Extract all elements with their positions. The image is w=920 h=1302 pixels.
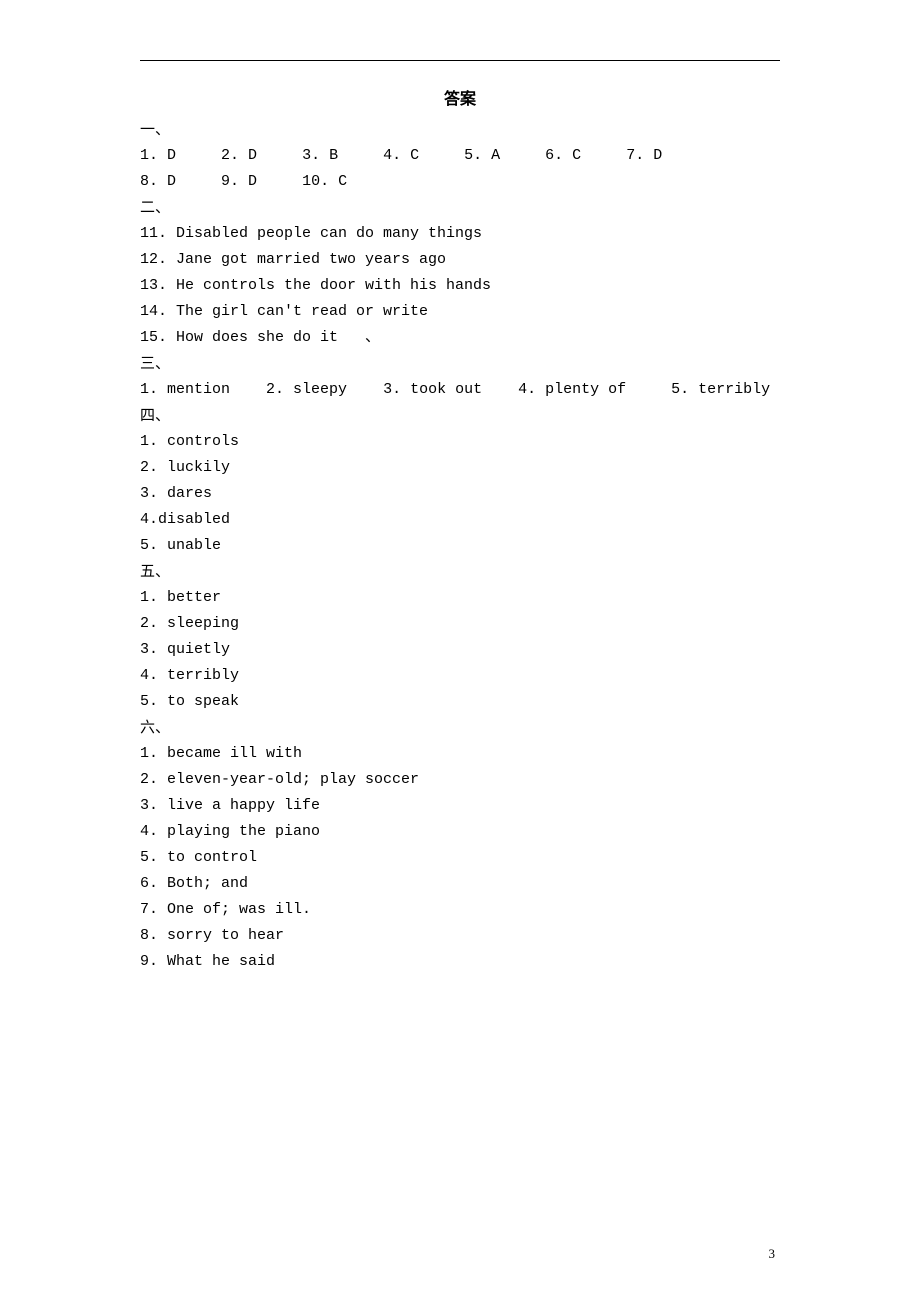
s3-3: 3. took out — [383, 381, 482, 398]
section-6-item-2: 2. eleven-year-old; play soccer — [140, 767, 780, 793]
section-2-item-1: 11. Disabled people can do many things — [140, 221, 780, 247]
section-5-item-4: 4. terribly — [140, 663, 780, 689]
q4: 4. C — [383, 147, 419, 164]
section-4-item-3: 3. dares — [140, 481, 780, 507]
section-6-item-3: 3. live a happy life — [140, 793, 780, 819]
section-6-item-1: 1. became ill with — [140, 741, 780, 767]
top-rule — [140, 60, 780, 61]
page-number: 3 — [769, 1246, 776, 1262]
section-4-item-4: 4.disabled — [140, 507, 780, 533]
section-4-item-2: 2. luckily — [140, 455, 780, 481]
s3-2: 2. sleepy — [266, 381, 347, 398]
section-5-item-1: 1. better — [140, 585, 780, 611]
section-6-item-6: 6. Both; and — [140, 871, 780, 897]
section-6-item-5: 5. to control — [140, 845, 780, 871]
section-5-item-5: 5. to speak — [140, 689, 780, 715]
section-3-row: 1. mention 2. sleepy 3. took out 4. plen… — [140, 377, 780, 403]
section-2-item-2: 12. Jane got married two years ago — [140, 247, 780, 273]
q9: 9. D — [221, 173, 257, 190]
section-5-item-3: 3. quietly — [140, 637, 780, 663]
section-6-item-4: 4. playing the piano — [140, 819, 780, 845]
page-title: 答案 — [140, 85, 780, 109]
q7: 7. D — [626, 147, 662, 164]
section-4-item-5: 5. unable — [140, 533, 780, 559]
section-6-item-9: 9. What he said — [140, 949, 780, 975]
section-1-row-2: 8. D 9. D 10. C — [140, 169, 780, 195]
page: 答案 一、 1. D 2. D 3. B 4. C 5. A 6. C 7. D… — [0, 0, 920, 1302]
s3-5: 5. terribly — [671, 381, 770, 398]
q8: 8. D — [140, 173, 176, 190]
q5: 5. A — [464, 147, 500, 164]
section-2-item-5: 15. How does she do it 、 — [140, 325, 780, 351]
q3: 3. B — [302, 147, 338, 164]
s3-1: 1. mention — [140, 381, 230, 398]
q2: 2. D — [221, 147, 257, 164]
section-3-head: 三、 — [140, 351, 780, 377]
section-4-item-1: 1. controls — [140, 429, 780, 455]
section-6-item-7: 7. One of; was ill. — [140, 897, 780, 923]
section-4-head: 四、 — [140, 403, 780, 429]
section-2-item-3: 13. He controls the door with his hands — [140, 273, 780, 299]
section-2-item-4: 14. The girl can't read or write — [140, 299, 780, 325]
section-1-head: 一、 — [140, 117, 780, 143]
section-1-row-1: 1. D 2. D 3. B 4. C 5. A 6. C 7. D — [140, 143, 780, 169]
section-6-head: 六、 — [140, 715, 780, 741]
section-6-item-8: 8. sorry to hear — [140, 923, 780, 949]
section-2-head: 二、 — [140, 195, 780, 221]
q10: 10. C — [302, 173, 347, 190]
section-5-head: 五、 — [140, 559, 780, 585]
section-5-item-2: 2. sleeping — [140, 611, 780, 637]
q1: 1. D — [140, 147, 176, 164]
s3-4: 4. plenty of — [518, 381, 626, 398]
q6: 6. C — [545, 147, 581, 164]
